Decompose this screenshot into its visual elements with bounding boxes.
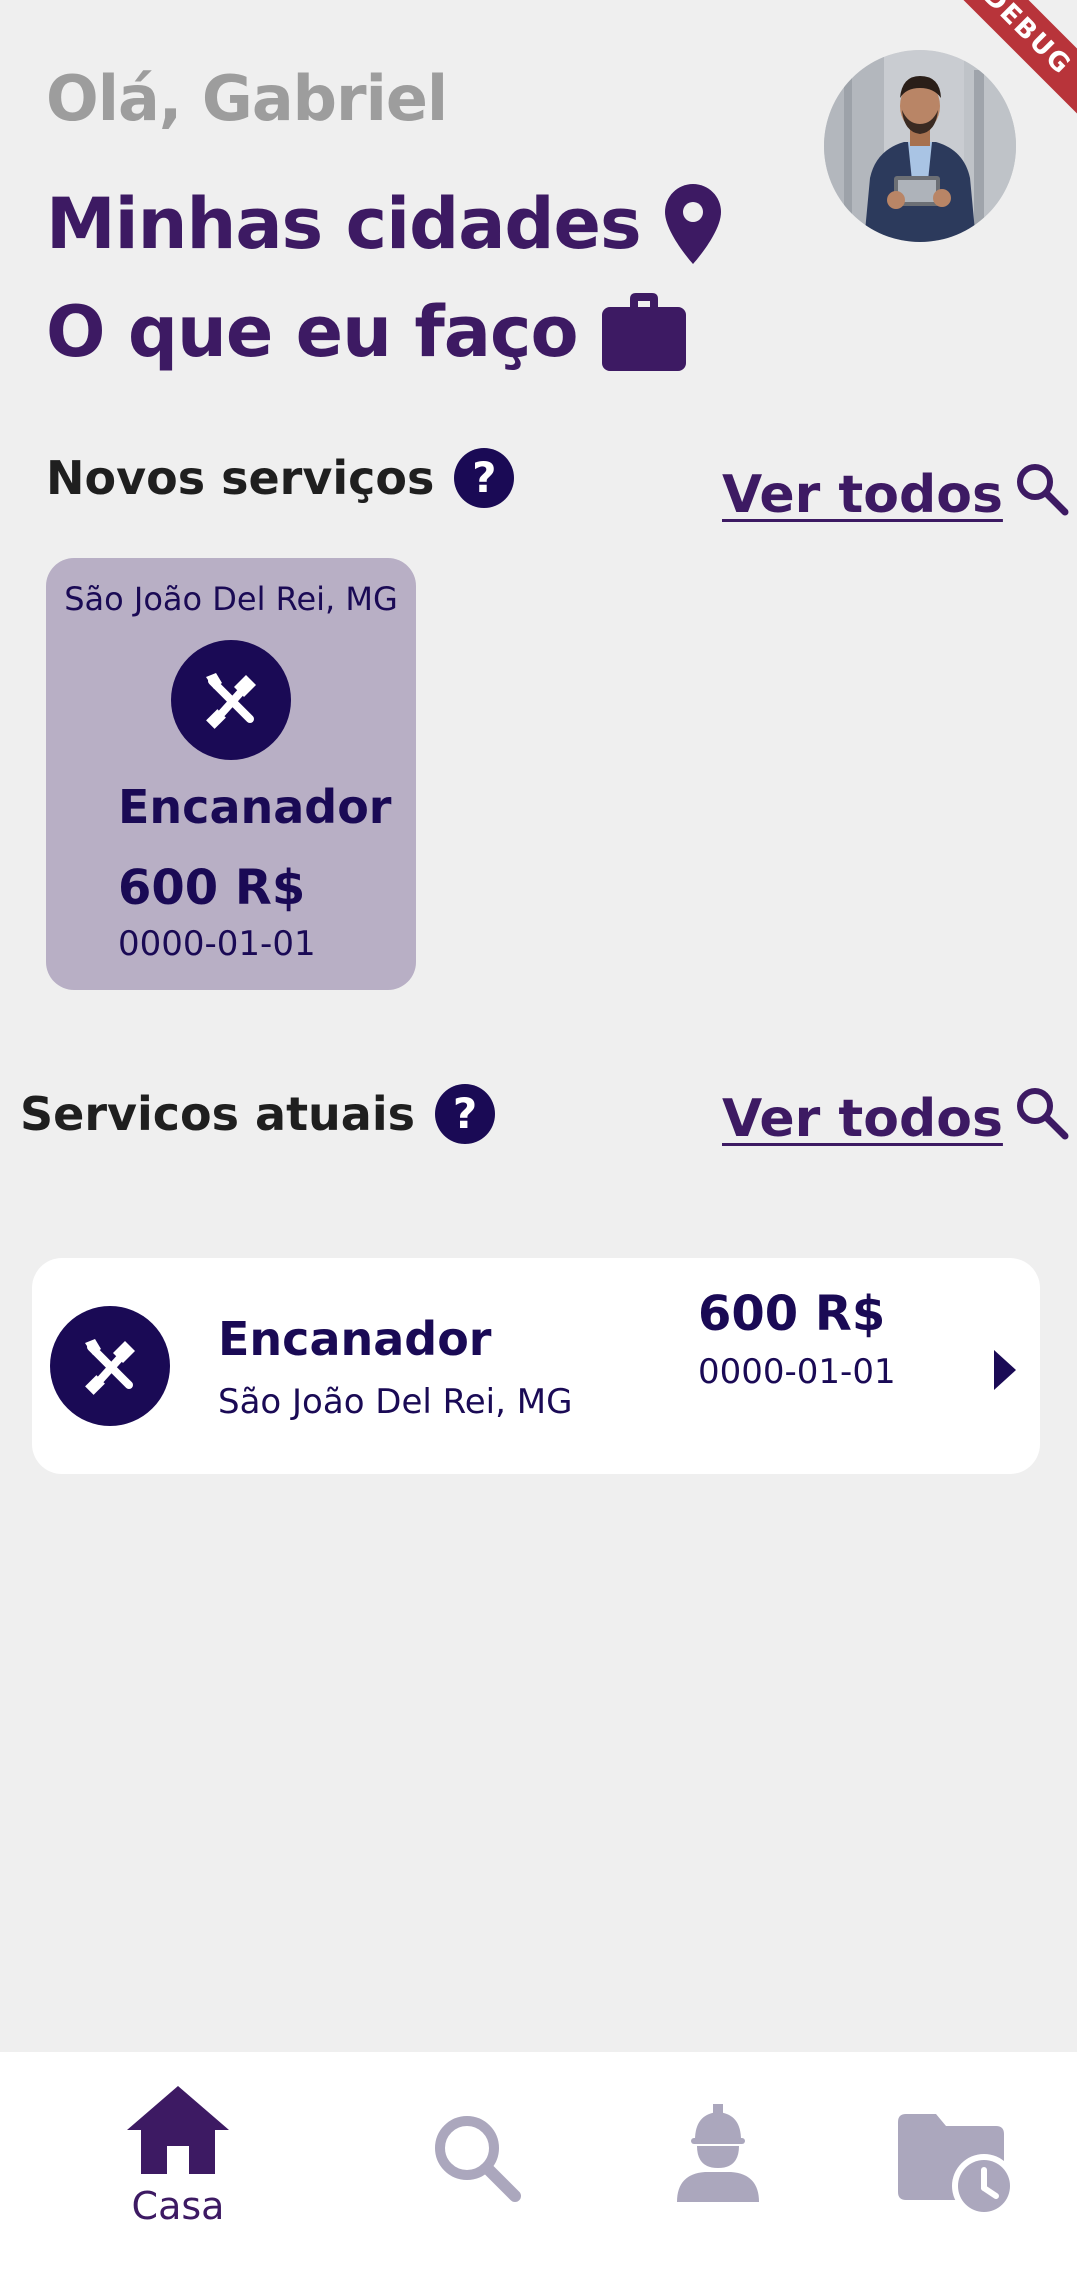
new-services-title: Novos serviços xyxy=(46,451,435,505)
avatar[interactable] xyxy=(824,50,1016,242)
service-date: 0000-01-01 xyxy=(698,1352,896,1392)
nav-item-worker[interactable] xyxy=(668,2052,768,2270)
what-i-do-link[interactable]: O que eu faço xyxy=(46,286,686,378)
current-services-see-all[interactable]: Ver todos xyxy=(722,1084,1069,1153)
service-title: Encanador xyxy=(118,780,392,834)
location-pin-icon xyxy=(664,184,721,264)
current-service-card[interactable]: Encanador São João Del Rei, MG 600 R$ 00… xyxy=(32,1258,1040,1474)
tools-icon xyxy=(50,1306,170,1426)
service-title: Encanador xyxy=(218,1312,492,1366)
nav-item-home[interactable]: Casa xyxy=(120,2052,236,2270)
tools-icon xyxy=(171,640,291,760)
help-icon[interactable]: ? xyxy=(454,448,515,508)
nav-item-search[interactable] xyxy=(420,2052,530,2270)
new-services-see-all[interactable]: Ver todos xyxy=(722,460,1069,529)
what-i-do-label: O que eu faço xyxy=(46,291,579,373)
worker-icon xyxy=(675,2104,761,2206)
search-icon xyxy=(429,2110,521,2206)
service-price: 600 R$ xyxy=(698,1286,886,1342)
nav-item-history[interactable] xyxy=(898,2052,1016,2270)
help-icon[interactable]: ? xyxy=(435,1084,495,1144)
service-city: São João Del Rei, MG xyxy=(64,580,398,618)
current-services-header: Servicos atuais ? xyxy=(20,1084,495,1144)
new-services-header: Novos serviços ? xyxy=(46,448,515,508)
nav-label-home: Casa xyxy=(131,2184,225,2228)
greeting-text: Olá, Gabriel xyxy=(46,62,448,135)
my-cities-link[interactable]: Minhas cidades xyxy=(46,178,721,270)
service-date: 0000-01-01 xyxy=(118,924,316,964)
my-cities-label: Minhas cidades xyxy=(46,183,642,265)
service-price: 600 R$ xyxy=(118,860,306,916)
briefcase-icon xyxy=(601,293,686,371)
current-services-title: Servicos atuais xyxy=(20,1087,415,1141)
see-all-label: Ver todos xyxy=(722,1088,1003,1149)
home-icon xyxy=(127,2086,229,2178)
chevron-right-icon[interactable] xyxy=(994,1350,1016,1390)
bottom-navigation: Casa xyxy=(0,2052,1077,2270)
see-all-label: Ver todos xyxy=(722,464,1003,525)
new-service-card[interactable]: São João Del Rei, MG Encanador 600 R$ 00… xyxy=(46,558,416,990)
search-icon xyxy=(1013,460,1069,529)
folder-clock-icon xyxy=(898,2114,1016,2222)
service-city: São João Del Rei, MG xyxy=(218,1382,573,1422)
profile-photo xyxy=(824,50,1016,242)
search-icon xyxy=(1013,1084,1069,1153)
